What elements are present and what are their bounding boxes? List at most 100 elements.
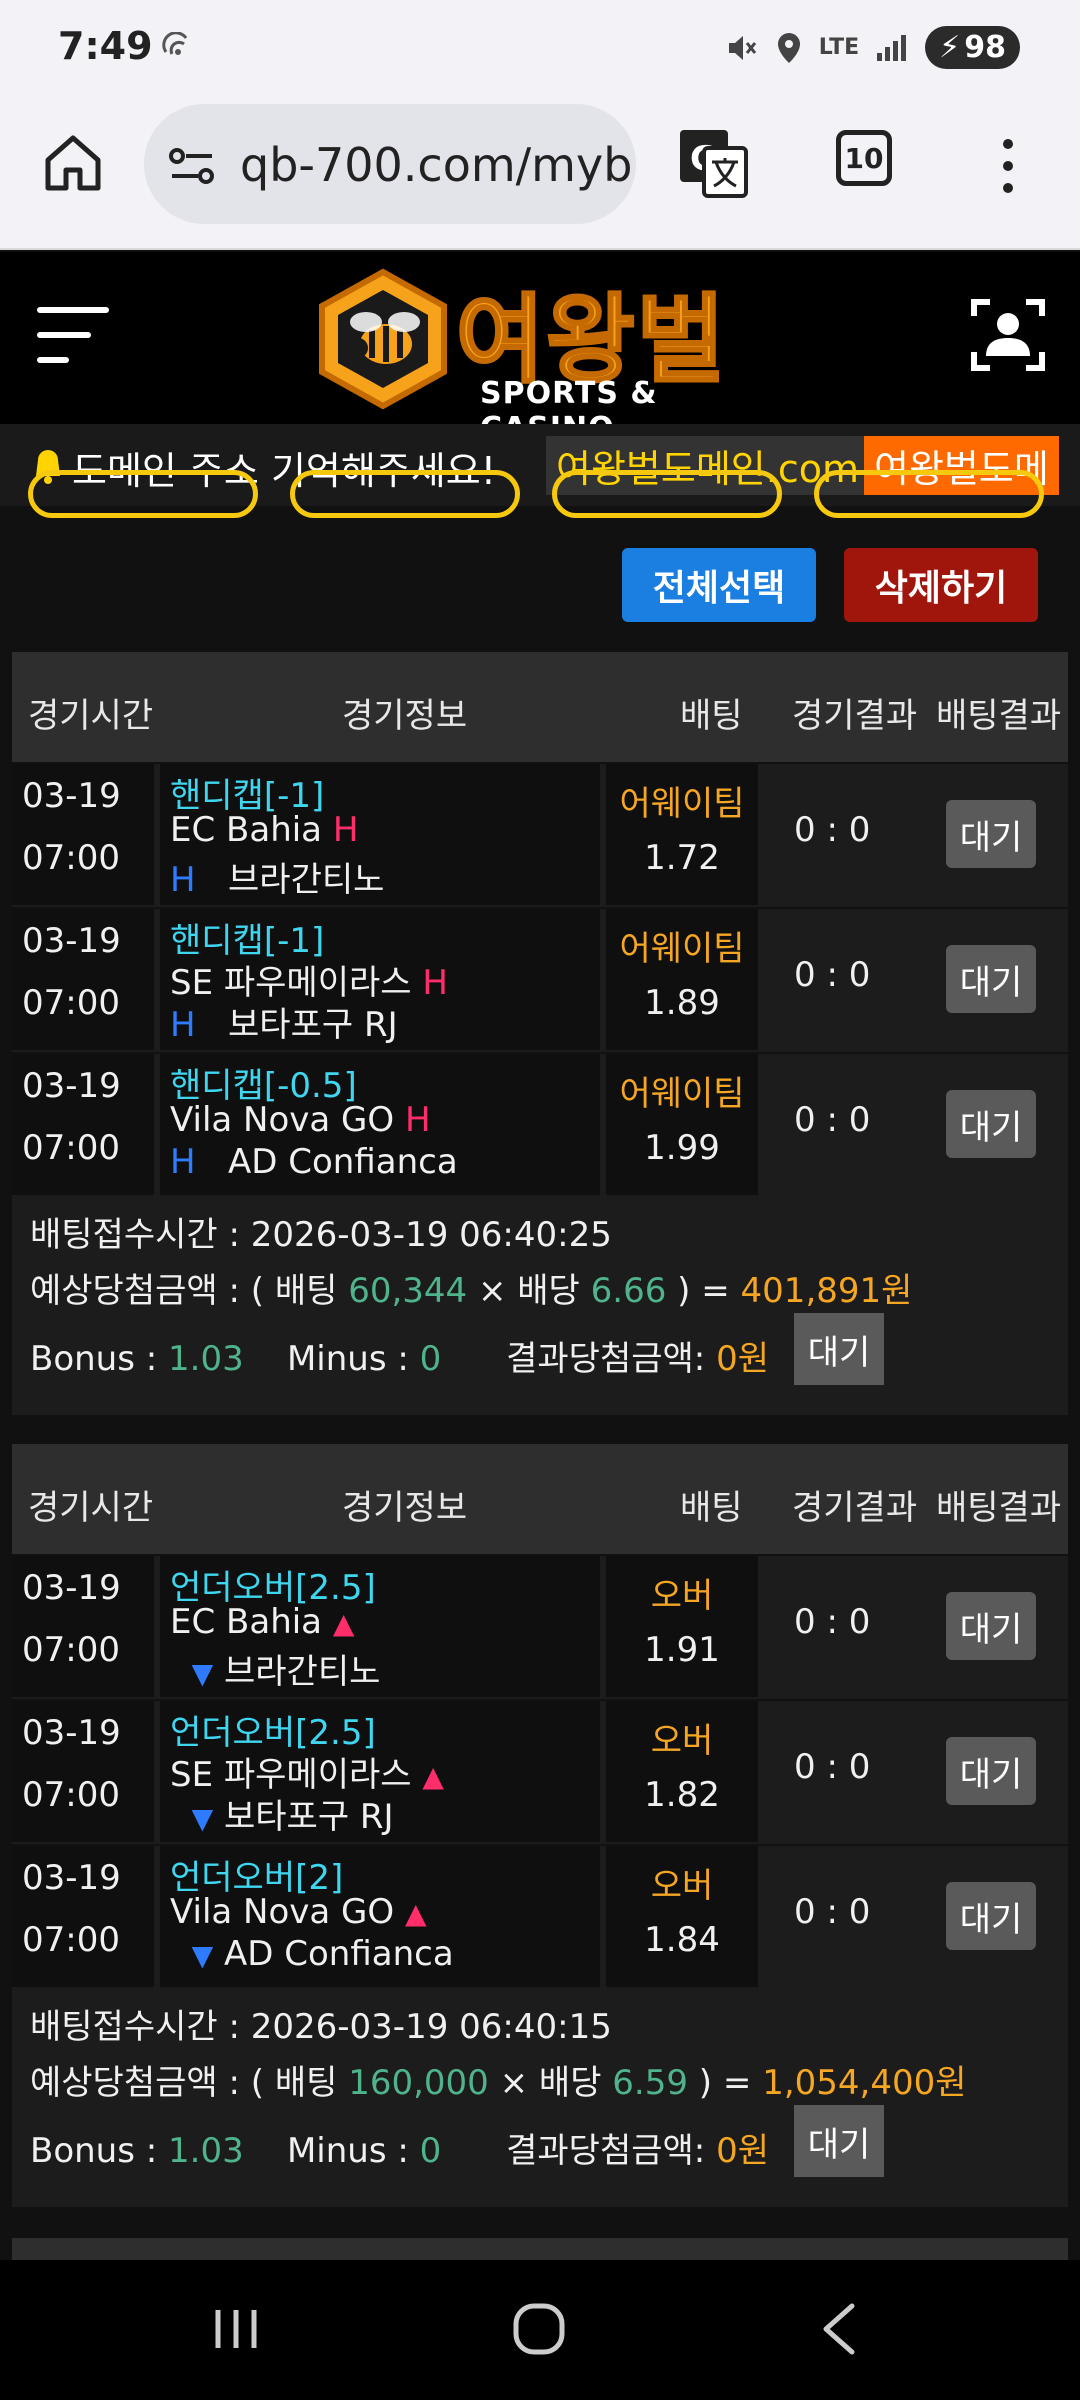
- system-nav-bar: [0, 2260, 1080, 2400]
- table-row: 03-19 07:00 언더오버[2.5] SE 파우메이라스 ▲ ▼ 보타포구 …: [12, 1699, 1068, 1844]
- bet-summary: 배팅접수시간 : 2026-03-19 06:40:15 예상당첨금액 : ( …: [12, 1989, 1068, 2207]
- total-odds: 6.59: [612, 2063, 688, 2103]
- away-team: AD Confianca: [223, 1934, 454, 1974]
- minus-label: Minus :: [286, 2131, 420, 2171]
- filter-pill[interactable]: [28, 470, 258, 518]
- minus-value: 0: [419, 2131, 442, 2171]
- battery-indicator: ⚡ 98: [925, 26, 1020, 69]
- bee-logo-icon: [319, 268, 447, 410]
- away-team: 보타포구 RJ: [228, 1005, 398, 1045]
- game-score: 0 : 0: [794, 1892, 871, 1932]
- bonus-label: Bonus :: [30, 2131, 169, 2171]
- header-game-result: 경기결과: [792, 1488, 918, 1528]
- home-marker: H: [332, 810, 359, 850]
- game-date: 03-19: [22, 1568, 121, 1608]
- bonus-label: Bonus :: [30, 1339, 169, 1379]
- game-score: 0 : 0: [794, 1100, 871, 1140]
- game-score: 0 : 0: [794, 955, 871, 995]
- status-badge: 대기: [946, 1090, 1036, 1158]
- status-badge: 대기: [946, 800, 1036, 868]
- clock: 7:49: [58, 24, 153, 68]
- away-team: 브라간티노: [228, 860, 385, 900]
- user-profile-icon[interactable]: [970, 296, 1046, 372]
- home-nav-icon[interactable]: [512, 2302, 566, 2356]
- result-amount: 0원: [716, 1339, 769, 1379]
- bet-odds: 1.84: [644, 1920, 720, 1960]
- game-time: 07:00: [22, 1630, 120, 1670]
- status-badge: 대기: [946, 1737, 1036, 1805]
- header-bet: 배팅: [680, 696, 743, 736]
- minus-value: 0: [419, 1339, 442, 1379]
- game-time: 07:00: [22, 1775, 120, 1815]
- bet-summary: 배팅접수시간 : 2026-03-19 06:40:25 예상당첨금액 : ( …: [12, 1197, 1068, 1415]
- game-score: 0 : 0: [794, 1602, 871, 1642]
- filter-pill[interactable]: [290, 470, 520, 518]
- game-date: 03-19: [22, 776, 121, 816]
- game-time: 07:00: [22, 838, 120, 878]
- total-odds: 6.66: [590, 1271, 667, 1311]
- table-row: 03-19 07:00 핸디캡[-1] EC Bahia H H 브라간티노 어웨…: [12, 762, 1068, 907]
- url-text: qb-700.com/myb: [240, 138, 633, 192]
- table-row: 03-19 07:00 언더오버[2] Vila Nova GO ▲ ▼ AD C…: [12, 1844, 1068, 1989]
- times-sign: × 배당: [467, 1271, 591, 1311]
- site-logo[interactable]: 여왕벌 SPORTS & CASINO: [316, 262, 766, 446]
- home-marker: H: [404, 1100, 431, 1140]
- game-time: 07:00: [22, 983, 120, 1023]
- home-icon[interactable]: [40, 130, 106, 196]
- bet-odds: 1.72: [644, 838, 720, 878]
- filter-pill[interactable]: [552, 470, 782, 518]
- result-amount: 0원: [716, 2131, 769, 2171]
- back-icon[interactable]: [818, 2302, 858, 2356]
- over-arrow-icon: ▲: [404, 1897, 427, 1930]
- header-bet: 배팅: [680, 1488, 743, 1528]
- away-marker: H: [170, 1142, 196, 1182]
- game-date: 03-19: [22, 921, 121, 961]
- header-game-time: 경기시간: [28, 696, 154, 736]
- translate-icon[interactable]: G: [676, 126, 750, 200]
- expected-payout: 401,891원: [740, 1271, 913, 1311]
- delete-button[interactable]: 삭제하기: [844, 548, 1038, 622]
- bet-pick: 오버: [650, 1721, 714, 1761]
- bet-slip-card: 경기시간 경기정보 배팅 경기결과 배팅결과 03-19 07:00 핸디캡[-1…: [12, 652, 1068, 1415]
- expected-label: 예상당첨금액 : ( 배팅: [30, 2063, 349, 2103]
- game-score: 0 : 0: [794, 1747, 871, 1787]
- sync-icon: [162, 32, 188, 55]
- tab-switcher-button[interactable]: 10: [836, 130, 892, 186]
- game-date: 03-19: [22, 1066, 121, 1106]
- select-all-button[interactable]: 전체선택: [622, 548, 816, 622]
- site-header: 여왕벌 SPORTS & CASINO: [0, 252, 1080, 446]
- status-badge: 대기: [946, 945, 1036, 1013]
- home-team: EC Bahia: [170, 1602, 323, 1642]
- header-game-info: 경기정보: [342, 1488, 468, 1528]
- away-marker: H: [170, 860, 196, 900]
- bet-slip-card: 경기시간 경기정보 배팅 경기결과 배팅결과 03-19 07:00 언더오버[2…: [12, 1444, 1068, 2207]
- expected-label: 예상당첨금액 : ( 배팅: [30, 1271, 349, 1311]
- table-row: 03-19 07:00 언더오버[2.5] EC Bahia ▲ ▼ 브라간티노 …: [12, 1554, 1068, 1699]
- status-badge: 대기: [946, 1592, 1036, 1660]
- bet-pick: 어웨이팀: [619, 784, 745, 824]
- over-arrow-icon: ▲: [422, 1760, 444, 1793]
- more-options-icon[interactable]: [990, 136, 1026, 196]
- under-arrow-icon: ▼: [191, 1802, 214, 1835]
- header-game-info: 경기정보: [342, 696, 468, 736]
- browser-toolbar: qb-700.com/myb G 10: [0, 100, 1080, 250]
- next-card-edge: [12, 2238, 1068, 2260]
- address-bar[interactable]: qb-700.com/myb: [144, 104, 636, 224]
- signal-icon: [877, 34, 907, 61]
- stake-amount: 60,344: [348, 1271, 468, 1311]
- bet-odds: 1.89: [644, 983, 720, 1023]
- away-marker: H: [170, 1005, 196, 1045]
- received-time: 2026-03-19 06:40:25: [250, 1215, 612, 1255]
- hamburger-menu-icon[interactable]: [36, 302, 110, 368]
- away-team: AD Confianca: [228, 1142, 458, 1182]
- bet-pick: 오버: [650, 1576, 714, 1616]
- bonus-value: 1.03: [168, 1339, 244, 1379]
- table-row: 03-19 07:00 핸디캡[-1] SE 파우메이라스 H H 보타포구 RJ…: [12, 907, 1068, 1052]
- bet-pick: 어웨이팀: [619, 929, 745, 969]
- filter-pill[interactable]: [814, 470, 1044, 518]
- bet-pick: 어웨이팀: [619, 1074, 745, 1114]
- equals-sign: ) =: [666, 1271, 741, 1311]
- site-settings-icon[interactable]: [168, 146, 218, 186]
- result-label: 결과당첨금액:: [506, 1339, 717, 1379]
- recent-apps-icon[interactable]: [212, 2306, 260, 2352]
